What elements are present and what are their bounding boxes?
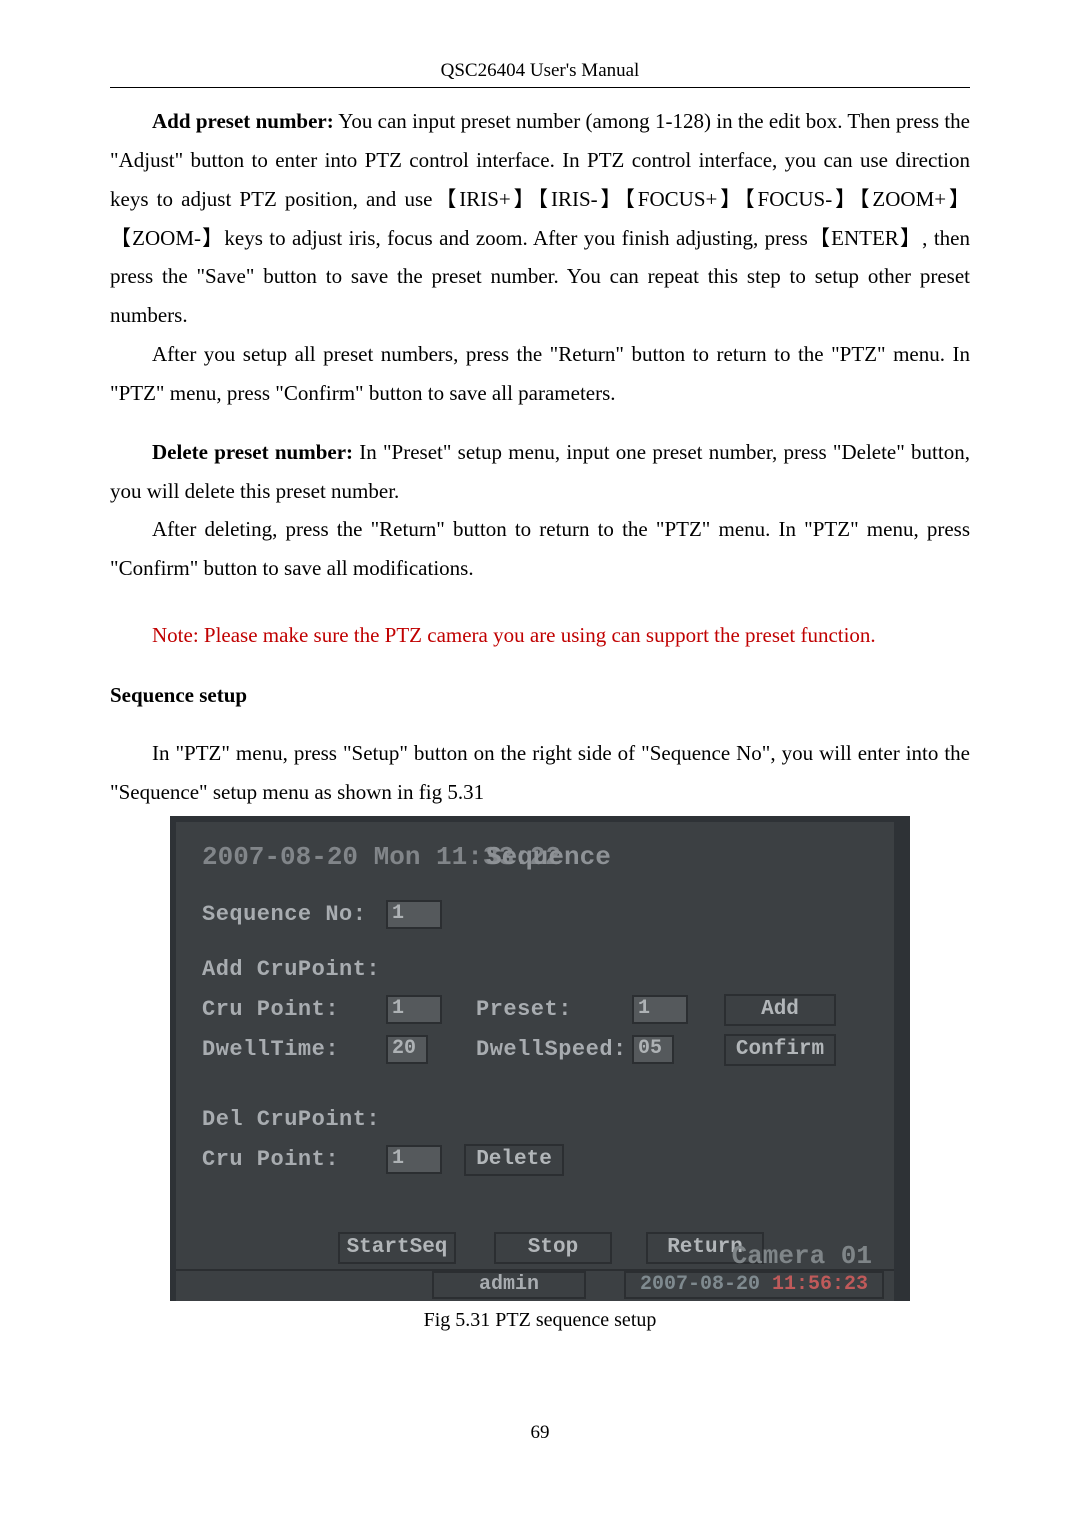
sequence-no-label: Sequence No:: [202, 902, 366, 927]
dwellspeed-input[interactable]: 05: [632, 1035, 674, 1064]
cru-point-label: Cru Point:: [202, 997, 339, 1022]
dwelltime-label: DwellTime:: [202, 1037, 339, 1062]
dwellspeed-label: DwellSpeed:: [476, 1037, 627, 1062]
add-preset-label: Add preset number:: [152, 109, 334, 133]
status-user: admin: [432, 1271, 586, 1299]
paragraph-delete-preset: Delete preset number: In "Preset" setup …: [110, 433, 970, 511]
camera-overlay-text: Camera 01: [732, 1241, 872, 1271]
del-crupoint-label: Del CruPoint:: [202, 1107, 380, 1132]
startseq-button[interactable]: StartSeq: [338, 1232, 456, 1264]
preset-label: Preset:: [476, 997, 572, 1022]
status-time: 11:56:23: [772, 1273, 868, 1296]
page-number: 69: [110, 1422, 970, 1444]
stop-button[interactable]: Stop: [494, 1232, 612, 1264]
sequence-no-input[interactable]: 1: [386, 900, 442, 929]
figure-caption: Fig 5.31 PTZ sequence setup: [170, 1309, 910, 1332]
status-date: 2007-08-20: [640, 1273, 772, 1296]
delete-preset-label: Delete preset number:: [152, 440, 353, 464]
dwelltime-input[interactable]: 20: [386, 1035, 428, 1064]
sequence-setup-heading: Sequence setup: [110, 683, 970, 708]
del-cru-point-label: Cru Point:: [202, 1147, 339, 1172]
add-crupoint-label: Add CruPoint:: [202, 957, 380, 982]
add-button[interactable]: Add: [724, 994, 836, 1026]
header-rule: [110, 87, 970, 88]
confirm-button[interactable]: Confirm: [724, 1034, 836, 1066]
add-preset-text: You can input preset number (among 1-128…: [110, 109, 970, 327]
paragraph-after-setup: After you setup all preset numbers, pres…: [110, 335, 970, 413]
delete-button[interactable]: Delete: [464, 1144, 564, 1176]
status-bar: admin 2007-08-20 11:56:23: [176, 1269, 894, 1301]
status-datetime: 2007-08-20 11:56:23: [624, 1271, 884, 1299]
note-text: Note: Please make sure the PTZ camera yo…: [110, 616, 970, 655]
page-header: QSC26404 User's Manual: [110, 60, 970, 82]
sequence-setup-screenshot: 2007-08-20 Mon 11:33:22 Sequence Sequenc…: [170, 816, 910, 1301]
paragraph-sequence-intro: In "PTZ" menu, press "Setup" button on t…: [110, 734, 970, 812]
screen-title-overlay: Sequence: [486, 842, 611, 872]
del-cru-point-input[interactable]: 1: [386, 1145, 442, 1174]
cru-point-input[interactable]: 1: [386, 995, 442, 1024]
paragraph-add-preset: Add preset number: You can input preset …: [110, 102, 970, 335]
preset-input[interactable]: 1: [632, 995, 688, 1024]
paragraph-after-deleting: After deleting, press the "Return" butto…: [110, 510, 970, 588]
